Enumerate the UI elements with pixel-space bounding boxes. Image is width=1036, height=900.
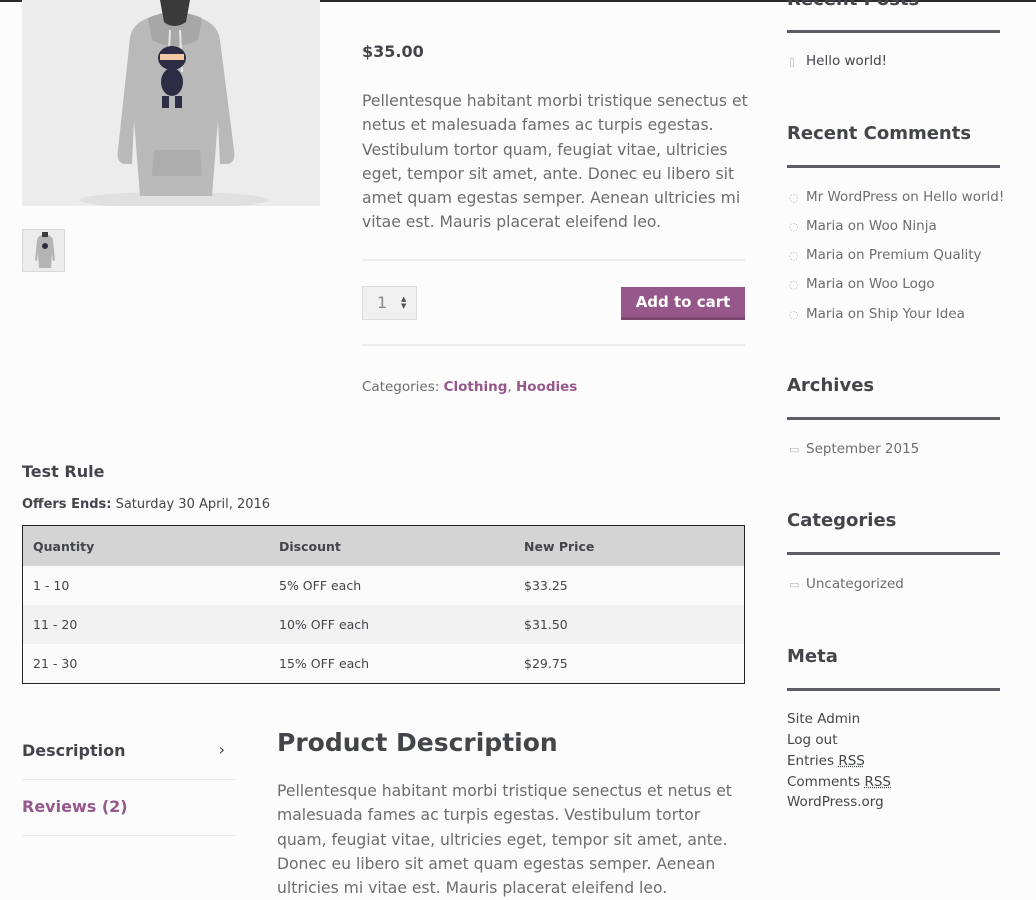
tab-label: Reviews (2) xyxy=(22,797,128,816)
archive-item[interactable]: ▭ September 2015 xyxy=(789,441,919,457)
tab-description[interactable]: Description › xyxy=(22,741,235,760)
category-link-hoodies[interactable]: Hoodies xyxy=(516,379,577,395)
product-categories: Categories: Clothing, Hoodies xyxy=(362,379,577,395)
cell-quantity: 11 - 20 xyxy=(23,605,270,644)
category-link[interactable]: Uncategorized xyxy=(806,576,904,592)
tab-divider xyxy=(22,779,235,780)
widget-title-rule xyxy=(787,552,1000,555)
column-header-new-price: New Price xyxy=(514,526,745,567)
quantity-stepper[interactable]: 1 ▲ ▼ xyxy=(362,286,417,320)
table-header-row: Quantity Discount New Price xyxy=(23,526,745,567)
product-price: $35.00 xyxy=(362,42,424,61)
comment-on: on xyxy=(902,189,919,205)
tab-reviews[interactable]: Reviews (2) xyxy=(22,797,235,816)
recent-post-link[interactable]: Hello world! xyxy=(806,53,887,69)
widget-title-meta: Meta xyxy=(787,646,838,667)
recent-comment-item: ◌ Maria on Woo Ninja xyxy=(789,218,937,234)
rule-title: Test Rule xyxy=(22,462,104,481)
comment-on: on xyxy=(848,247,865,263)
comment-post-link[interactable]: Hello world! xyxy=(923,189,1004,205)
widget-title-recent-posts: Recent Posts xyxy=(787,0,919,10)
widget-title-rule xyxy=(787,30,1000,33)
product-thumbnail[interactable] xyxy=(22,229,65,272)
comment-icon: ◌ xyxy=(789,191,801,204)
recent-comment-item: ◌ Maria on Woo Logo xyxy=(789,276,935,292)
spinner-arrows-icon[interactable]: ▲ ▼ xyxy=(401,296,406,310)
rss-abbr: RSS xyxy=(838,753,865,769)
meta-link-comments-rss[interactable]: Comments RSS xyxy=(787,774,891,790)
folder-icon: ▭ xyxy=(789,443,801,456)
comment-on: on xyxy=(848,218,865,234)
tab-divider xyxy=(22,835,235,836)
cell-new-price: $29.75 xyxy=(514,644,745,684)
comment-post-link[interactable]: Premium Quality xyxy=(869,247,982,263)
widget-title-rule xyxy=(787,165,1000,168)
widget-title-recent-comments: Recent Comments xyxy=(787,123,971,144)
cell-discount: 10% OFF each xyxy=(269,605,514,644)
category-separator: , xyxy=(507,379,511,395)
comment-author[interactable]: Maria xyxy=(806,306,844,322)
tab-label: Description xyxy=(22,741,125,760)
comment-post-link[interactable]: Ship Your Idea xyxy=(869,306,965,322)
meta-link-wordpress-org[interactable]: WordPress.org xyxy=(787,794,884,810)
comment-on: on xyxy=(848,306,865,322)
chevron-right-icon: › xyxy=(219,740,225,759)
discount-table: Quantity Discount New Price 1 - 10 5% OF… xyxy=(22,525,745,684)
comment-post-link[interactable]: Woo Ninja xyxy=(869,218,937,234)
widget-title-rule xyxy=(787,417,1000,420)
column-header-quantity: Quantity xyxy=(23,526,270,567)
widget-title-archives: Archives xyxy=(787,375,874,396)
offer-end-value: Saturday 30 April, 2016 xyxy=(116,497,270,512)
meta-link-site-admin[interactable]: Site Admin xyxy=(787,711,860,727)
document-icon: ▯ xyxy=(789,55,801,68)
widget-title-categories: Categories xyxy=(787,510,896,531)
table-row: 1 - 10 5% OFF each $33.25 xyxy=(23,566,745,605)
cell-quantity: 1 - 10 xyxy=(23,566,270,605)
cell-discount: 5% OFF each xyxy=(269,566,514,605)
comment-post-link[interactable]: Woo Logo xyxy=(869,276,935,292)
cell-new-price: $31.50 xyxy=(514,605,745,644)
meta-link-entries-rss[interactable]: Entries RSS xyxy=(787,753,865,769)
meta-link-label: Comments xyxy=(787,774,860,790)
divider xyxy=(362,344,745,346)
table-row: 11 - 20 10% OFF each $31.50 xyxy=(23,605,745,644)
recent-comment-item: ◌ Maria on Ship Your Idea xyxy=(789,306,965,322)
offer-end-date: Offers Ends: Saturday 30 April, 2016 xyxy=(22,497,270,512)
widget-title-rule xyxy=(787,688,1000,691)
offer-end-label: Offers Ends: xyxy=(22,497,111,512)
comment-icon: ◌ xyxy=(789,249,801,262)
archive-link[interactable]: September 2015 xyxy=(806,441,919,457)
comment-author[interactable]: Maria xyxy=(806,218,844,234)
product-main-image[interactable] xyxy=(22,0,320,206)
folder-icon: ▭ xyxy=(789,578,801,591)
product-description-title: Product Description xyxy=(277,728,558,757)
cell-quantity: 21 - 30 xyxy=(23,644,270,684)
categories-label: Categories: xyxy=(362,379,439,395)
divider xyxy=(362,259,745,261)
category-item[interactable]: ▭ Uncategorized xyxy=(789,576,904,592)
meta-link-label: Entries xyxy=(787,753,834,769)
comment-icon: ◌ xyxy=(789,220,801,233)
comment-author[interactable]: Maria xyxy=(806,247,844,263)
comment-author[interactable]: Maria xyxy=(806,276,844,292)
cell-new-price: $33.25 xyxy=(514,566,745,605)
comment-icon: ◌ xyxy=(789,278,801,291)
cell-discount: 15% OFF each xyxy=(269,644,514,684)
table-row: 21 - 30 15% OFF each $29.75 xyxy=(23,644,745,684)
quantity-value: 1 xyxy=(377,293,387,312)
comment-on: on xyxy=(848,276,865,292)
add-to-cart-button[interactable]: Add to cart xyxy=(621,287,745,320)
comment-icon: ◌ xyxy=(789,308,801,321)
category-link-clothing[interactable]: Clothing xyxy=(444,379,508,395)
product-description-body: Pellentesque habitant morbi tristique se… xyxy=(277,779,747,900)
column-header-discount: Discount xyxy=(269,526,514,567)
product-short-description: Pellentesque habitant morbi tristique se… xyxy=(362,89,748,235)
meta-link-log-out[interactable]: Log out xyxy=(787,732,838,748)
rss-abbr: RSS xyxy=(864,774,891,790)
recent-comment-item: ◌ Mr WordPress on Hello world! xyxy=(789,189,1004,205)
recent-post-item[interactable]: ▯ Hello world! xyxy=(789,53,887,69)
recent-comment-item: ◌ Maria on Premium Quality xyxy=(789,247,982,263)
comment-author[interactable]: Mr WordPress xyxy=(806,189,898,205)
